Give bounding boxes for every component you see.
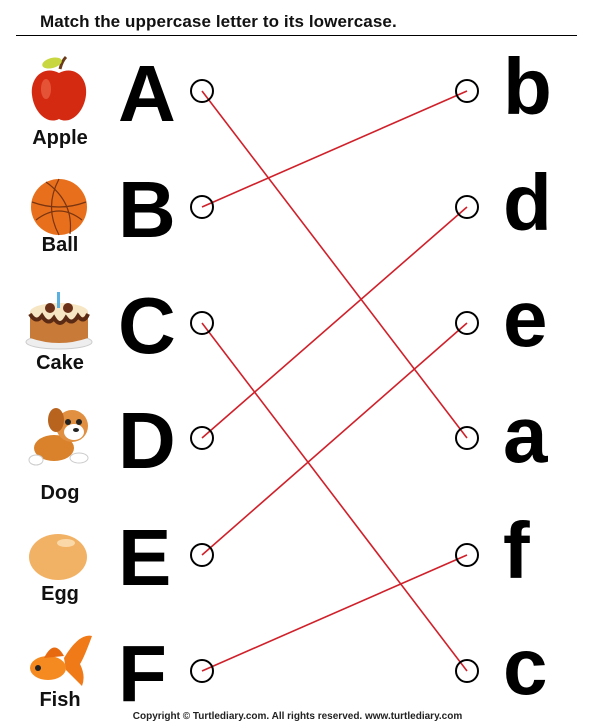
match-line [201,322,468,556]
match-line [201,90,468,208]
match-line [201,206,468,439]
match-line [201,90,468,439]
matching-area [190,79,479,683]
match-line [201,322,468,672]
copyright-footer: Copyright © Turtlediary.com. All rights … [132,711,463,722]
match-line [201,554,468,672]
